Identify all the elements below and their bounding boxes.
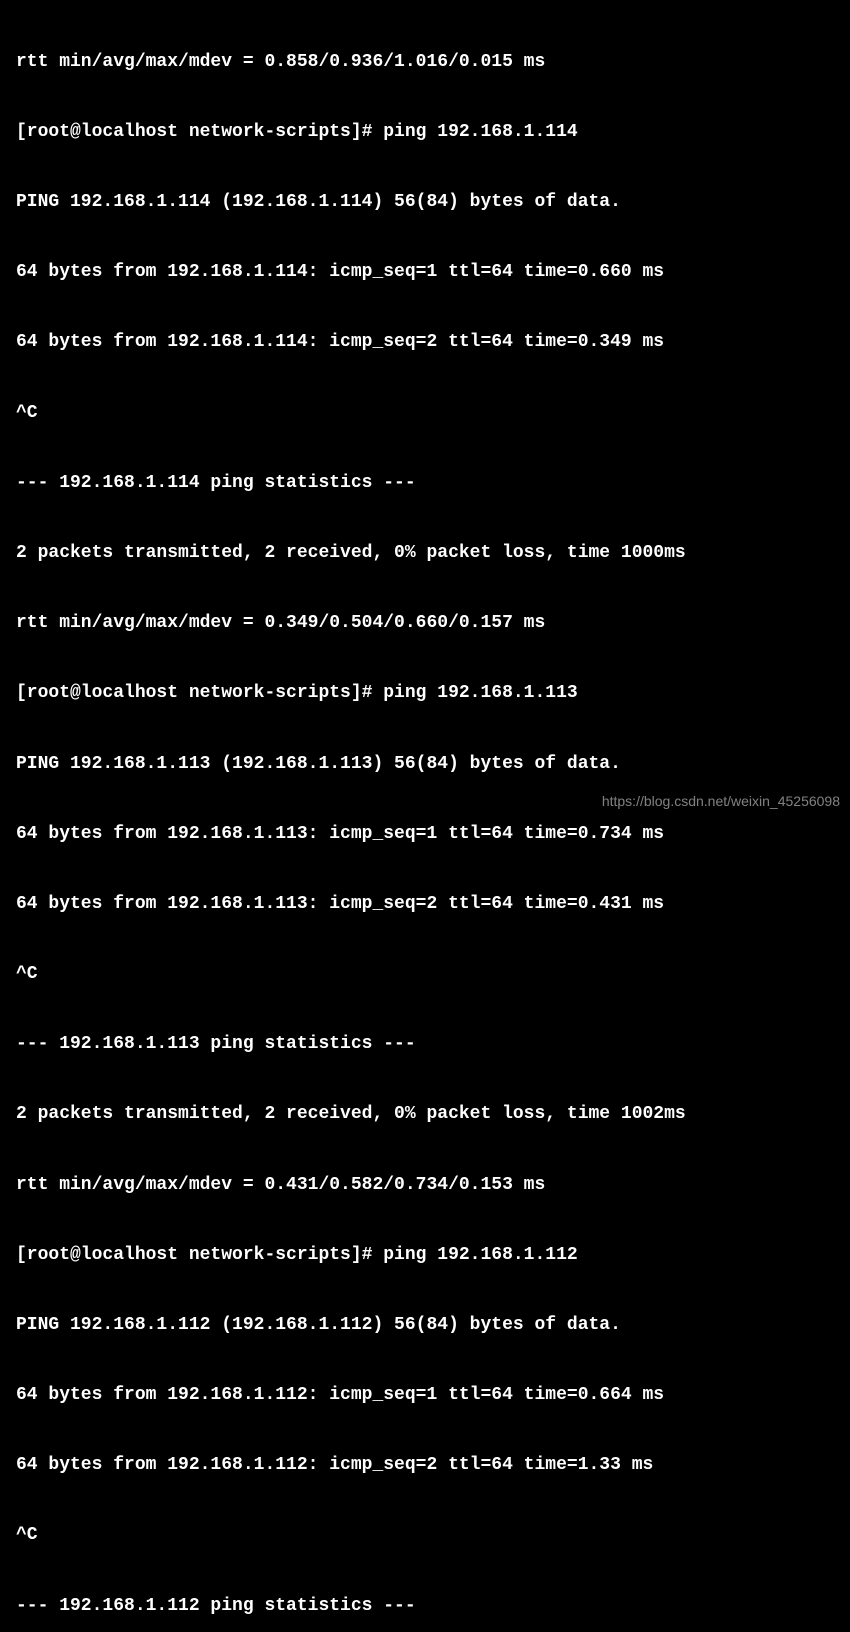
terminal-line: 64 bytes from 192.168.1.112: icmp_seq=1 … — [16, 1384, 834, 1407]
terminal-output[interactable]: rtt min/avg/max/mdev = 0.858/0.936/1.016… — [16, 4, 834, 1632]
terminal-line: --- 192.168.1.114 ping statistics --- — [16, 472, 834, 495]
terminal-line: [root@localhost network-scripts]# ping 1… — [16, 682, 834, 705]
terminal-line: --- 192.168.1.113 ping statistics --- — [16, 1033, 834, 1056]
terminal-line: 2 packets transmitted, 2 received, 0% pa… — [16, 542, 834, 565]
terminal-line: ^C — [16, 1524, 834, 1547]
terminal-line: 2 packets transmitted, 2 received, 0% pa… — [16, 1103, 834, 1126]
terminal-line: 64 bytes from 192.168.1.114: icmp_seq=2 … — [16, 331, 834, 354]
terminal-line: --- 192.168.1.112 ping statistics --- — [16, 1595, 834, 1618]
terminal-line: 64 bytes from 192.168.1.113: icmp_seq=2 … — [16, 893, 834, 916]
terminal-line: ^C — [16, 402, 834, 425]
terminal-line: 64 bytes from 192.168.1.114: icmp_seq=1 … — [16, 261, 834, 284]
terminal-line: PING 192.168.1.112 (192.168.1.112) 56(84… — [16, 1314, 834, 1337]
terminal-line: [root@localhost network-scripts]# ping 1… — [16, 121, 834, 144]
terminal-line: rtt min/avg/max/mdev = 0.858/0.936/1.016… — [16, 51, 834, 74]
terminal-line: PING 192.168.1.113 (192.168.1.113) 56(84… — [16, 753, 834, 776]
terminal-line: 64 bytes from 192.168.1.113: icmp_seq=1 … — [16, 823, 834, 846]
terminal-line: 64 bytes from 192.168.1.112: icmp_seq=2 … — [16, 1454, 834, 1477]
terminal-line: [root@localhost network-scripts]# ping 1… — [16, 1244, 834, 1267]
terminal-line: rtt min/avg/max/mdev = 0.431/0.582/0.734… — [16, 1174, 834, 1197]
watermark-text: https://blog.csdn.net/weixin_45256098 — [602, 792, 840, 810]
terminal-line: ^C — [16, 963, 834, 986]
terminal-line: rtt min/avg/max/mdev = 0.349/0.504/0.660… — [16, 612, 834, 635]
terminal-line: PING 192.168.1.114 (192.168.1.114) 56(84… — [16, 191, 834, 214]
